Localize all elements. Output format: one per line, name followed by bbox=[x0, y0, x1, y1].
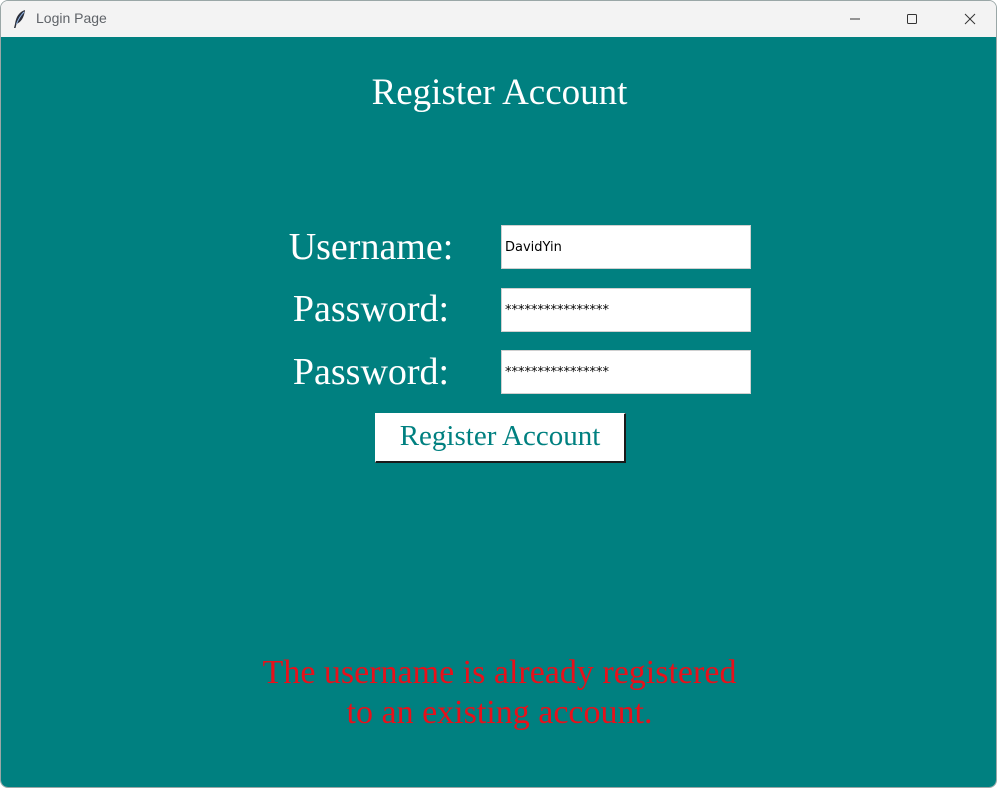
error-line-1: The username is already registered bbox=[262, 654, 737, 691]
app-window: Login Page Register Account Username: Pa… bbox=[0, 0, 997, 788]
error-line-2: to an existing account. bbox=[346, 694, 653, 731]
title-bar[interactable]: Login Page bbox=[1, 1, 996, 37]
username-field[interactable] bbox=[501, 225, 751, 269]
feather-icon bbox=[12, 9, 28, 29]
error-message: The username is already registered to an… bbox=[1, 653, 996, 733]
page-title: Register Account bbox=[371, 72, 628, 113]
password-label: Password: bbox=[292, 288, 450, 330]
confirm-password-label: Password: bbox=[292, 351, 450, 393]
window-title: Login Page bbox=[36, 10, 107, 26]
confirm-password-field[interactable] bbox=[501, 350, 751, 394]
register-account-button[interactable]: Register Account bbox=[375, 413, 626, 463]
username-label: Username: bbox=[288, 226, 454, 268]
password-field[interactable] bbox=[501, 288, 751, 332]
minimize-icon[interactable] bbox=[826, 1, 884, 37]
maximize-icon[interactable] bbox=[883, 1, 941, 37]
close-icon[interactable] bbox=[941, 1, 996, 37]
register-panel: Register Account Username: Password: Pas… bbox=[1, 37, 996, 787]
